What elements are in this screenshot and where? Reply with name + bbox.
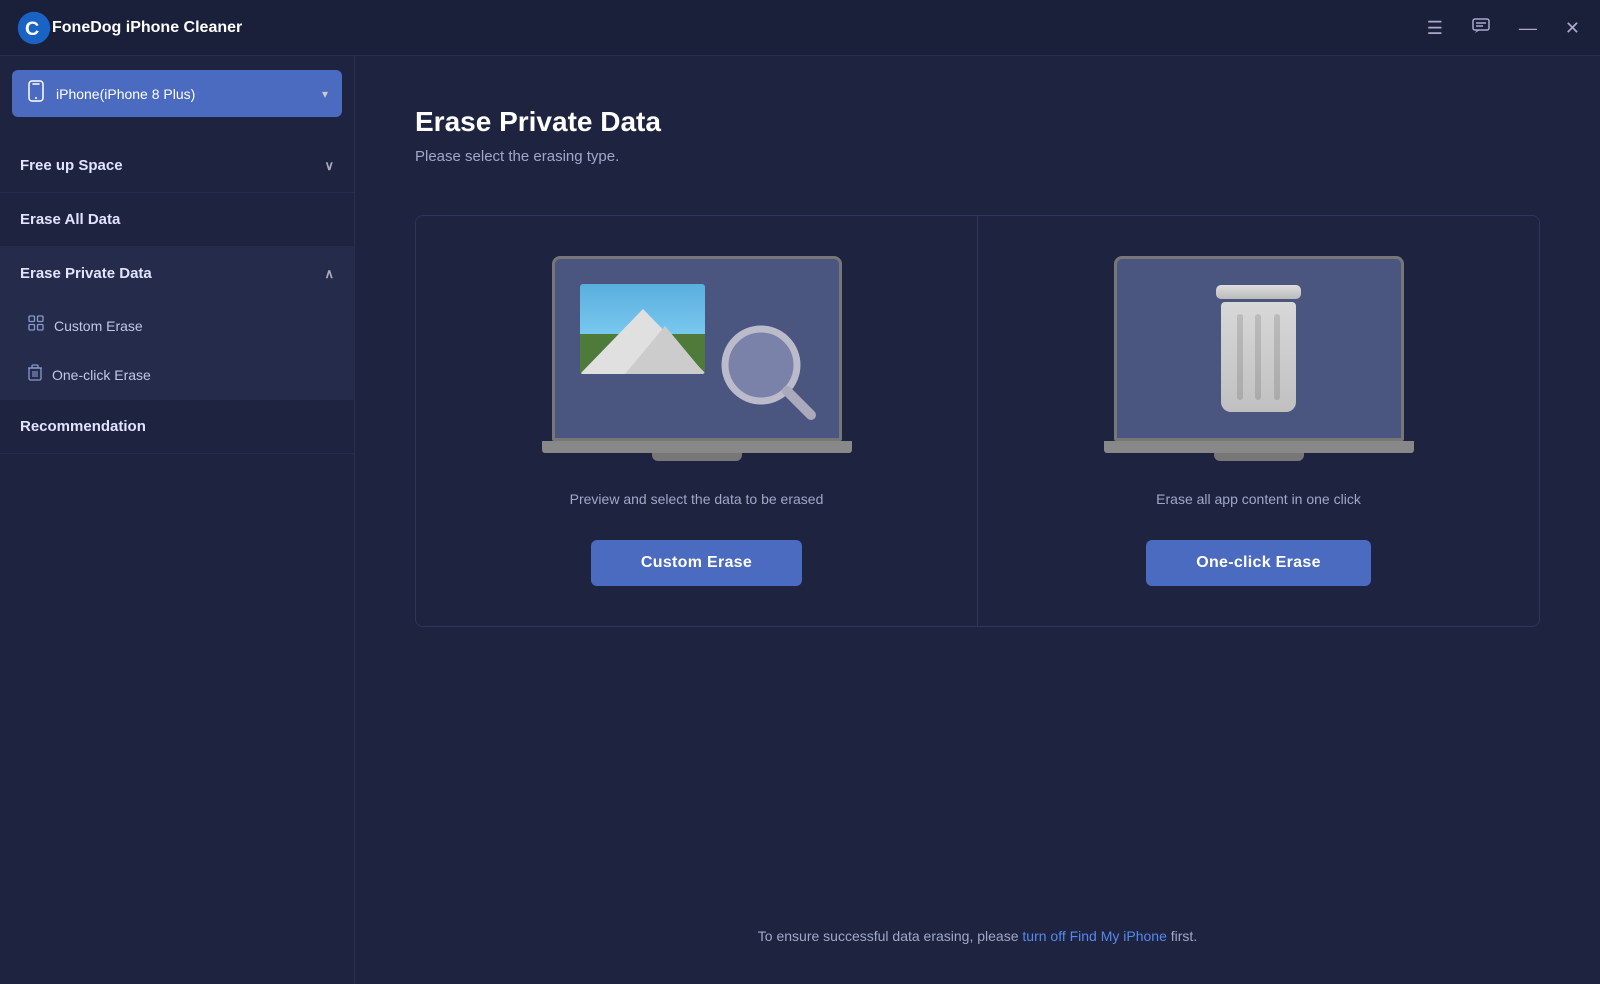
app-logo: C bbox=[16, 10, 52, 46]
content-area: Erase Private Data Please select the era… bbox=[355, 56, 1600, 984]
one-click-erase-label: One-click Erase bbox=[52, 367, 151, 383]
main-layout: iPhone(iPhone 8 Plus) ▾ Free up Space ∨ … bbox=[0, 56, 1600, 984]
trash-icon bbox=[28, 364, 42, 386]
one-click-erase-button[interactable]: One-click Erase bbox=[1146, 540, 1371, 586]
sidebar-item-label: Erase All Data bbox=[20, 211, 120, 228]
sidebar-item-label: Recommendation bbox=[20, 418, 146, 435]
chevron-down-icon: ∨ bbox=[324, 158, 334, 174]
bottom-note-suffix: first. bbox=[1167, 928, 1197, 944]
erase-private-data-subnav: Custom Erase One-click Erase bbox=[0, 301, 354, 400]
one-click-erase-card: Erase all app content in one click One-c… bbox=[978, 216, 1539, 626]
sidebar-item-custom-erase[interactable]: Custom Erase bbox=[0, 301, 354, 350]
device-chevron-icon: ▾ bbox=[322, 87, 328, 101]
device-selector[interactable]: iPhone(iPhone 8 Plus) ▾ bbox=[12, 70, 342, 117]
app-title: FoneDog iPhone Cleaner bbox=[52, 19, 1423, 37]
close-button[interactable]: ✕ bbox=[1561, 15, 1584, 41]
page-title: Erase Private Data bbox=[415, 106, 1540, 138]
sidebar-item-free-up-space[interactable]: Free up Space ∨ bbox=[0, 139, 354, 193]
sidebar-item-one-click-erase[interactable]: One-click Erase bbox=[0, 350, 354, 400]
grid-icon bbox=[28, 315, 44, 336]
sidebar: iPhone(iPhone 8 Plus) ▾ Free up Space ∨ … bbox=[0, 56, 355, 984]
minimize-button[interactable]: — bbox=[1515, 15, 1541, 41]
find-my-iphone-link[interactable]: turn off Find My iPhone bbox=[1022, 928, 1166, 944]
magnifier-illustration bbox=[719, 323, 819, 423]
bottom-note-prefix: To ensure successful data erasing, pleas… bbox=[758, 928, 1023, 944]
sidebar-item-erase-all-data[interactable]: Erase All Data bbox=[0, 193, 354, 247]
svg-text:C: C bbox=[25, 18, 39, 40]
chat-button[interactable] bbox=[1467, 12, 1495, 43]
sidebar-item-recommendation[interactable]: Recommendation bbox=[0, 400, 354, 454]
titlebar: C FoneDog iPhone Cleaner ☰ — ✕ bbox=[0, 0, 1600, 56]
custom-erase-description: Preview and select the data to be erased bbox=[570, 489, 824, 510]
sidebar-item-label: Free up Space bbox=[20, 157, 123, 174]
sidebar-item-erase-private-data[interactable]: Erase Private Data ∧ bbox=[0, 247, 354, 301]
custom-erase-button[interactable]: Custom Erase bbox=[591, 540, 802, 586]
device-name: iPhone(iPhone 8 Plus) bbox=[56, 86, 312, 102]
erase-type-cards: Preview and select the data to be erased… bbox=[415, 215, 1540, 627]
chevron-up-icon: ∧ bbox=[324, 266, 334, 282]
bottom-note: To ensure successful data erasing, pleas… bbox=[415, 928, 1540, 944]
custom-erase-card: Preview and select the data to be erased… bbox=[416, 216, 978, 626]
one-click-erase-description: Erase all app content in one click bbox=[1156, 489, 1361, 510]
menu-button[interactable]: ☰ bbox=[1423, 15, 1447, 41]
sidebar-nav: Free up Space ∨ Erase All Data Erase Pri… bbox=[0, 131, 354, 984]
page-subtitle: Please select the erasing type. bbox=[415, 148, 1540, 165]
device-icon bbox=[26, 80, 46, 107]
custom-erase-label: Custom Erase bbox=[54, 318, 143, 334]
window-controls: ☰ — ✕ bbox=[1423, 12, 1584, 43]
sidebar-item-label: Erase Private Data bbox=[20, 265, 152, 282]
